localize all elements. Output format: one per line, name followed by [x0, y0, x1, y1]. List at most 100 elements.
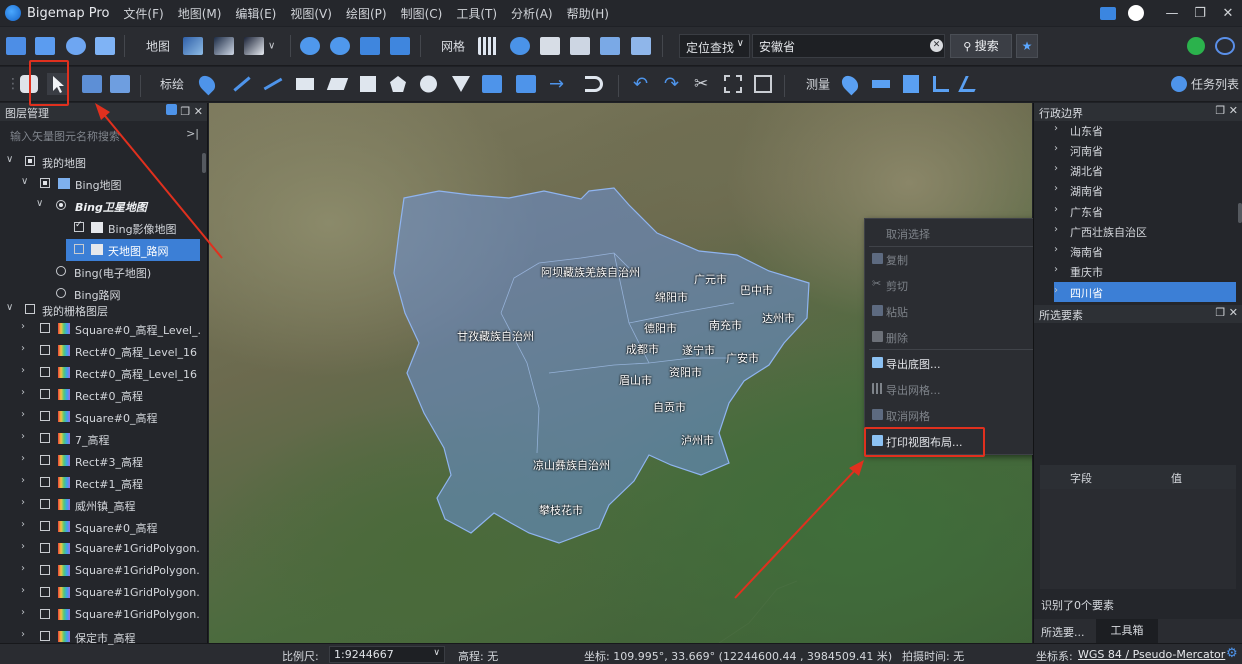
square-tool-icon[interactable]: [360, 76, 376, 92]
map-source-3-icon[interactable]: [244, 37, 264, 55]
checkbox[interactable]: [40, 323, 50, 333]
clear-grid-icon[interactable]: [631, 37, 651, 55]
close-button[interactable]: ✕: [1214, 6, 1242, 21]
measure-area-icon[interactable]: [903, 75, 919, 93]
polyline-tool-icon[interactable]: [263, 77, 283, 91]
scrollbar-thumb[interactable]: [1238, 203, 1242, 223]
globe-grid-icon[interactable]: [510, 37, 530, 55]
zoom-out-icon[interactable]: [330, 37, 350, 55]
search-icon[interactable]: [165, 104, 177, 115]
text-tool-icon[interactable]: [516, 75, 536, 93]
measure-point-icon[interactable]: [838, 72, 862, 96]
admin-item-selected[interactable]: › 四川省: [1054, 282, 1236, 302]
save-icon[interactable]: [35, 37, 55, 55]
map-source-1-icon[interactable]: [183, 37, 203, 55]
menu-help[interactable]: 帮助(H): [567, 5, 609, 22]
chevron-right-icon[interactable]: ›: [21, 475, 25, 486]
raster-layer-row[interactable]: › Square#1GridPolygon...: [0, 560, 200, 582]
zoom-extent-icon[interactable]: [360, 37, 380, 55]
checkbox[interactable]: [40, 389, 50, 399]
layer-search-input[interactable]: 输入矢量图元名称搜索 >|: [4, 124, 203, 148]
menu-draw[interactable]: 绘图(P): [346, 5, 387, 22]
raster-layer-row[interactable]: › Square#0_高程: [0, 516, 200, 538]
chat-icon[interactable]: [1100, 6, 1116, 20]
settings-gear-icon[interactable]: [66, 37, 86, 55]
raster-layer-row[interactable]: › 威州镇_高程: [0, 494, 200, 516]
redo-icon[interactable]: ↷: [664, 74, 679, 95]
checkbox[interactable]: [25, 156, 35, 166]
tab-selected-features[interactable]: 所选要...: [1041, 624, 1085, 640]
checkbox[interactable]: [40, 565, 50, 575]
tree-row-bing-imagery[interactable]: Bing影像地图: [0, 217, 200, 239]
marker-pin-icon[interactable]: [195, 72, 219, 96]
clear-search-icon[interactable]: ✕: [930, 39, 943, 52]
tree-row-bing-map[interactable]: ∨ Bing地图: [0, 173, 200, 195]
search-button[interactable]: ⚲ 搜索: [950, 34, 1012, 58]
chevron-right-icon[interactable]: ›: [21, 607, 25, 618]
chevron-right-icon[interactable]: ›: [21, 343, 25, 354]
rectangle-tool-icon[interactable]: [296, 78, 314, 90]
admin-item[interactable]: › 重庆市: [1040, 261, 1236, 281]
close-pane-icon[interactable]: ✕: [1229, 306, 1238, 319]
restore-pane-icon[interactable]: ❐: [180, 105, 190, 118]
close-pane-icon[interactable]: ✕: [1229, 104, 1238, 117]
scrollbar-thumb[interactable]: [202, 153, 206, 173]
menu-item-deselect[interactable]: 取消选择: [865, 222, 1039, 244]
checkbox[interactable]: [40, 345, 50, 355]
menu-item-delete[interactable]: 删除: [865, 326, 1039, 348]
admin-item[interactable]: › 湖北省: [1040, 160, 1236, 180]
close-pane-icon[interactable]: ✕: [194, 105, 203, 118]
raster-layer-row[interactable]: › Square#1GridPolygon...: [0, 538, 200, 560]
restore-button[interactable]: ❐: [1186, 6, 1214, 21]
raster-layer-row[interactable]: › Rect#3_高程: [0, 450, 200, 472]
chevron-right-icon[interactable]: ›: [21, 519, 25, 530]
checkbox[interactable]: [40, 543, 50, 553]
chevron-right-icon[interactable]: ›: [21, 453, 25, 464]
admin-item[interactable]: › 广东省: [1040, 201, 1236, 221]
restore-pane-icon[interactable]: ❐: [1215, 306, 1225, 319]
tab-toolbox[interactable]: 工具箱: [1096, 619, 1158, 643]
chevron-right-icon[interactable]: ›: [21, 563, 25, 574]
raster-layer-row[interactable]: › Rect#0_高程_Level_16: [0, 340, 200, 362]
measure-distance-icon[interactable]: [872, 80, 890, 88]
chevron-right-icon[interactable]: ›: [21, 365, 25, 376]
admin-item[interactable]: › 山东省: [1040, 120, 1236, 140]
checkbox[interactable]: [74, 244, 84, 254]
chevron-right-icon[interactable]: ›: [21, 585, 25, 596]
tree-row-tianditu-roads[interactable]: 天地图_路网: [66, 239, 200, 261]
checkbox[interactable]: [40, 521, 50, 531]
chevron-right-icon[interactable]: ›: [21, 321, 25, 332]
favorite-star-button[interactable]: ★: [1016, 34, 1038, 58]
menu-item-export-basemap[interactable]: 导出底图...: [865, 352, 1039, 374]
task-list-button[interactable]: 任务列表: [1191, 76, 1239, 93]
checkbox[interactable]: [40, 411, 50, 421]
raster-layer-row[interactable]: › Square#1GridPolygon...: [0, 582, 200, 604]
undo-icon[interactable]: ↶: [633, 74, 648, 95]
tree-row-bing-emap[interactable]: Bing(电子地图): [0, 261, 200, 283]
radio-button[interactable]: [56, 266, 66, 276]
menu-item-copy[interactable]: 复制: [865, 248, 1039, 270]
chevron-right-icon[interactable]: ›: [21, 431, 25, 442]
utm-grid-icon[interactable]: [570, 37, 590, 55]
paste-icon[interactable]: [754, 75, 772, 93]
admin-item[interactable]: › 河南省: [1040, 140, 1236, 160]
km-grid-icon[interactable]: [540, 37, 560, 55]
checkbox[interactable]: [40, 178, 50, 188]
sector-tool-icon[interactable]: [452, 76, 470, 92]
text-line-tool-icon[interactable]: [482, 75, 502, 93]
locate-mode-select[interactable]: 定位查找 ∨: [679, 34, 750, 58]
copy-icon[interactable]: [724, 75, 742, 93]
crs-link[interactable]: WGS 84 / Pseudo-Mercator: [1078, 648, 1225, 661]
chevron-right-icon[interactable]: ›: [21, 387, 25, 398]
line-tool-icon[interactable]: [233, 76, 251, 92]
image-icon[interactable]: [95, 37, 115, 55]
measure-azimuth-icon[interactable]: [958, 76, 982, 92]
grid-icon[interactable]: [478, 37, 498, 55]
admin-item[interactable]: › 广西壮族自治区: [1040, 221, 1236, 241]
user-avatar-icon[interactable]: [1128, 5, 1144, 21]
circle-tool-icon[interactable]: [420, 75, 437, 93]
chevron-right-icon[interactable]: ›: [21, 629, 25, 640]
menu-tools[interactable]: 工具(T): [456, 5, 497, 22]
chevron-right-icon[interactable]: ›: [21, 409, 25, 420]
select-region-icon[interactable]: [82, 75, 102, 93]
